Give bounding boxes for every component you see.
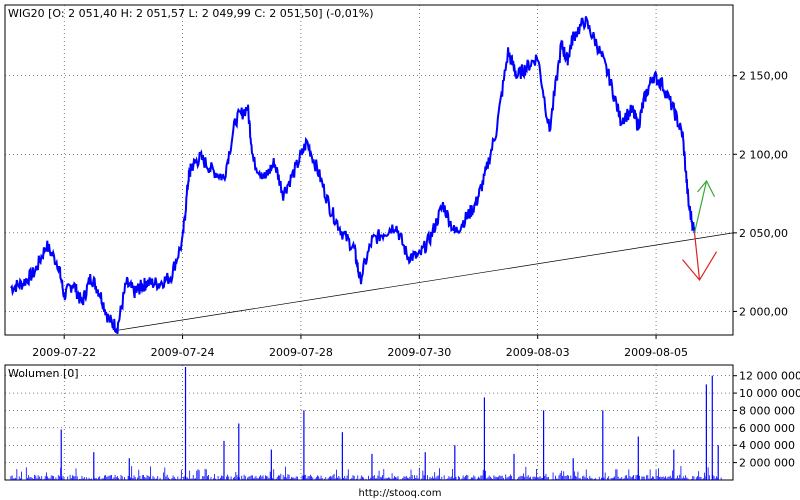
volume-tick-label: 10 000 000 — [739, 387, 800, 400]
date-x-ticks: 2009-07-22 2009-07-24 2009-07-28 2009-07-30… — [32, 335, 688, 359]
date-tick-label: 2009-07-28 — [269, 346, 333, 359]
date-tick-label: 2009-07-30 — [387, 346, 451, 359]
price-y-ticks: 2 000,00 2 050,00 2 100,00 2 150,00 — [733, 70, 788, 318]
price-tick-label: 2 100,00 — [739, 148, 788, 161]
volume-tick-label: 8 000 000 — [739, 404, 795, 417]
footer-source-link[interactable]: http://stooq.com — [359, 488, 442, 499]
price-tick-label: 2 050,00 — [739, 227, 788, 240]
price-tick-label: 2 000,00 — [739, 305, 788, 318]
date-tick-label: 2009-07-22 — [32, 346, 96, 359]
date-tick-label: 2009-08-03 — [506, 346, 570, 359]
volume-tick-label: 4 000 000 — [739, 439, 795, 452]
volume-y-ticks: 2 000 000 4 000 000 6 000 000 8 000 000 10 0… — [733, 370, 800, 470]
volume-tick-label: 12 000 000 — [739, 370, 800, 383]
volume-tick-label: 2 000 000 — [739, 457, 795, 470]
volume-chart-title: Wolumen [0] — [8, 367, 79, 380]
price-panel-frame — [4, 4, 734, 336]
date-tick-label: 2009-08-05 — [624, 346, 688, 359]
chart-stage: 2 000,00 2 050,00 2 100,00 2 150,00 2009-07… — [4, 4, 800, 499]
price-chart-title: WIG20 [O: 2 051,40 H: 2 051,57 L: 2 049,… — [8, 7, 374, 20]
volume-tick-label: 6 000 000 — [739, 422, 795, 435]
price-tick-label: 2 150,00 — [739, 70, 788, 83]
date-tick-label: 2009-07-24 — [151, 346, 215, 359]
